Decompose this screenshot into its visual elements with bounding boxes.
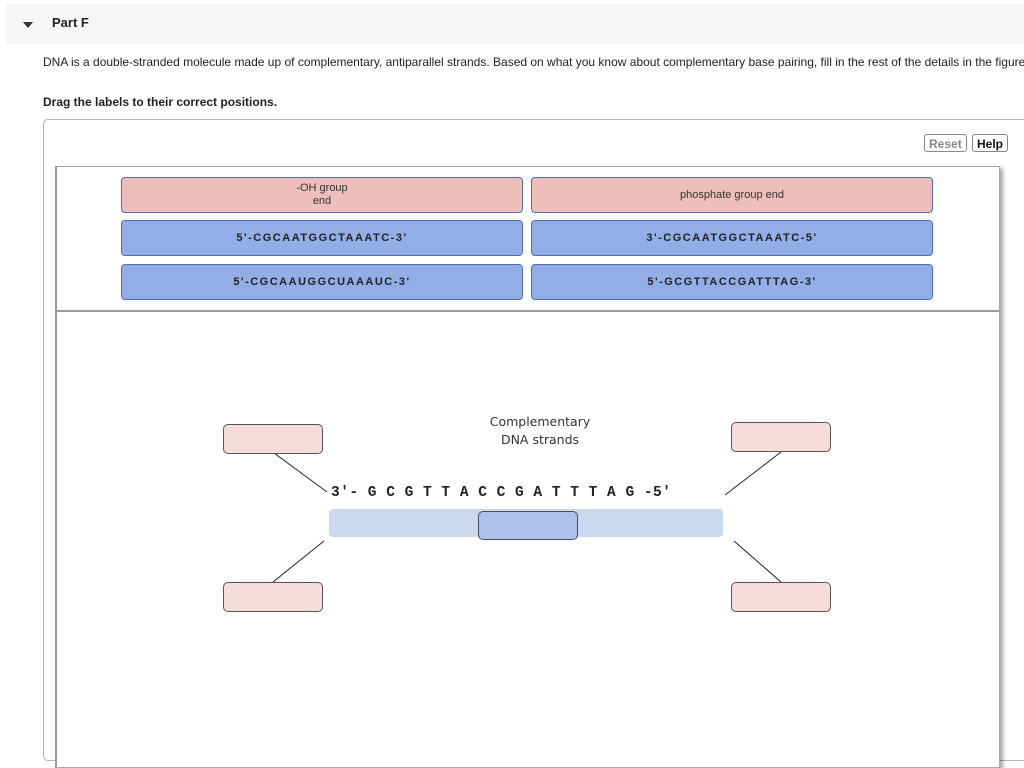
- label-text: -OH group: [296, 182, 348, 194]
- drop-target-center-strand[interactable]: [478, 511, 578, 540]
- drag-drop-workspace: -OH group end phosphate group end 5'-CGCA…: [55, 166, 1000, 768]
- drop-target-top-left[interactable]: [223, 424, 323, 454]
- reset-button[interactable]: Reset: [924, 134, 967, 152]
- label-text: 5'-CGCAAUGGCUAAAUC-3': [233, 275, 411, 288]
- drop-target-top-right[interactable]: [731, 422, 831, 452]
- label-bank: -OH group end phosphate group end 5'-CGCA…: [57, 167, 999, 312]
- caret-down-icon[interactable]: [23, 22, 33, 28]
- drop-target-bottom-left[interactable]: [223, 582, 323, 612]
- question-prompt: DNA is a double-stranded molecule made u…: [43, 55, 1024, 69]
- label-text: phosphate group end: [680, 188, 784, 201]
- draggable-label-oh-group-end[interactable]: -OH group end: [121, 177, 523, 213]
- label-text: 5'-GCGTTACCGATTTAG-3': [647, 275, 817, 288]
- draggable-label-strand[interactable]: 5'-CGCAATGGCTAAATC-3': [121, 220, 523, 256]
- draggable-label-strand[interactable]: 5'-CGCAAUGGCUAAAUC-3': [121, 264, 523, 300]
- part-header[interactable]: Part F: [6, 4, 1024, 44]
- label-text: 5'-CGCAATGGCTAAATC-3': [236, 231, 408, 244]
- instruction-text: Drag the labels to their correct positio…: [43, 95, 278, 109]
- draggable-label-phosphate-group-end[interactable]: phosphate group end: [531, 177, 933, 213]
- label-text: 3'-CGCAATGGCTAAATC-5': [646, 231, 818, 244]
- help-button[interactable]: Help: [972, 134, 1009, 152]
- drop-target-bottom-right[interactable]: [731, 582, 831, 612]
- draggable-label-strand[interactable]: 3'-CGCAATGGCTAAATC-5': [531, 220, 933, 256]
- draggable-label-strand[interactable]: 5'-GCGTTACCGATTTAG-3': [531, 264, 933, 300]
- part-title: Part F: [52, 15, 89, 30]
- label-text: end: [312, 195, 332, 207]
